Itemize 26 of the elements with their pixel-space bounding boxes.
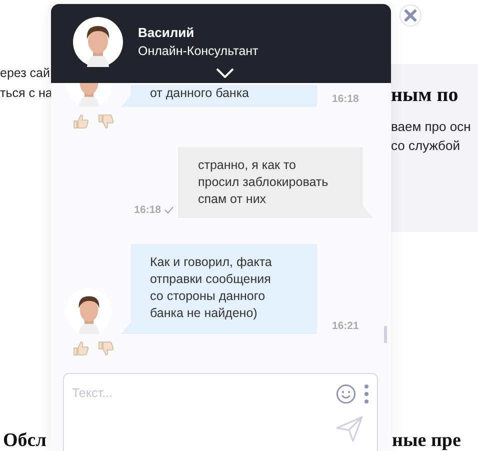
scrollbar-thumb[interactable]: [384, 326, 387, 343]
message-time: 16:18: [332, 93, 359, 105]
page-text: ерез сай: [0, 66, 51, 80]
avatar: [73, 16, 123, 66]
smiley-icon[interactable]: [336, 384, 356, 404]
page-heading: ные пре: [392, 430, 461, 451]
operator-role: Онлайн-Консультант: [138, 44, 258, 58]
message-time: 16:21: [332, 320, 359, 332]
message-bubble: от данного банка: [121, 85, 317, 107]
thumbs-up-icon[interactable]: [73, 341, 89, 356]
message-bubble: Как и говорил, факта отправки сообщения со стороны данного банка не найдено): [121, 244, 317, 334]
page-text: со службой: [391, 138, 461, 153]
message-input[interactable]: Текст...: [72, 384, 336, 402]
thumbs-down-icon[interactable]: [98, 341, 114, 356]
operator-name: Василий: [138, 25, 196, 40]
close-icon[interactable]: [399, 4, 422, 27]
message-time: 16:18: [134, 204, 161, 216]
page-text: ваем про осн: [391, 119, 472, 134]
page-heading: Обсл: [3, 430, 46, 451]
thumbs-down-icon[interactable]: [98, 114, 114, 129]
more-icon[interactable]: [364, 384, 369, 404]
chevron-down-icon[interactable]: [216, 68, 234, 78]
thumbs-up-icon[interactable]: [73, 114, 89, 129]
page-heading: ным по: [391, 84, 460, 107]
send-icon[interactable]: [336, 416, 363, 442]
message-bubble: странно, я как то просил заблокировать спам от них: [178, 147, 373, 218]
